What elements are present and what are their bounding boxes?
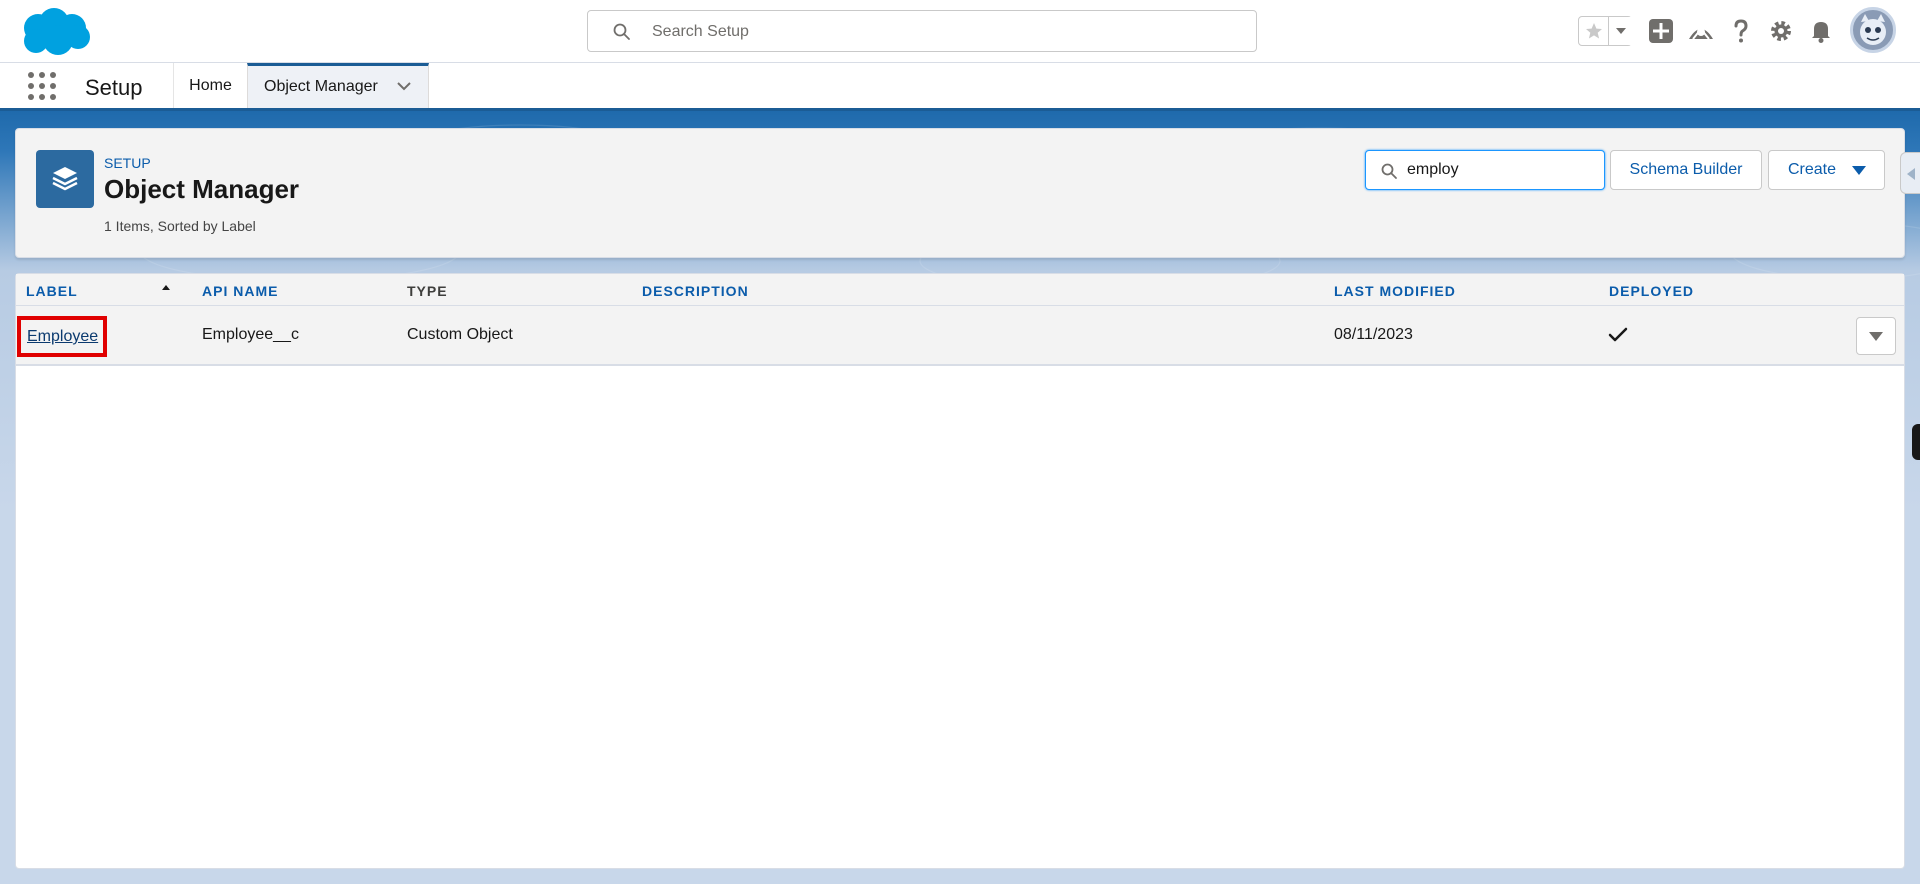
cell-type: Custom Object	[407, 326, 513, 343]
create-button-label: Create	[1788, 161, 1837, 178]
layers-icon	[52, 167, 78, 191]
column-header-type[interactable]: TYPE	[407, 283, 448, 299]
star-icon	[1586, 23, 1602, 39]
tab-object-manager-label: Object Manager	[264, 78, 378, 95]
checkmark-icon	[1608, 327, 1628, 342]
list-meta-info: 1 Items, Sorted by Label	[104, 218, 256, 234]
cell-last-modified: 08/11/2023	[1334, 326, 1413, 343]
global-search[interactable]: Search Setup	[587, 10, 1257, 52]
context-bar: Setup Home Object Manager	[0, 63, 1920, 111]
column-header-description[interactable]: DESCRIPTION	[642, 283, 749, 299]
favorites-dropdown-button[interactable]	[1610, 17, 1632, 45]
chevron-down-icon[interactable]	[396, 80, 412, 92]
column-header-last-modified[interactable]: LAST MODIFIED	[1334, 283, 1456, 299]
salesforce-cloud-logo[interactable]	[18, 6, 92, 58]
app-name: Setup	[85, 75, 143, 100]
table-row: Employee Employee__c Custom Object 08/11…	[16, 306, 1904, 366]
tab-object-manager[interactable]: Object Manager	[247, 63, 429, 108]
quick-find-input[interactable]: employ	[1365, 150, 1605, 190]
column-header-deployed[interactable]: DEPLOYED	[1609, 283, 1694, 299]
caret-down-icon	[1616, 28, 1626, 34]
caret-down-icon	[1852, 166, 1866, 175]
caret-down-icon	[1869, 332, 1883, 341]
add-icon[interactable]	[1647, 17, 1675, 45]
object-list-table: LABEL API NAME TYPE DESCRIPTION LAST MOD…	[15, 273, 1905, 869]
column-header-api-name[interactable]: API NAME	[202, 283, 278, 299]
object-link-employee[interactable]: Employee	[27, 328, 98, 346]
bell-icon[interactable]	[1807, 17, 1835, 45]
scroll-handle[interactable]	[1912, 424, 1920, 460]
sort-ascending-icon	[162, 285, 170, 290]
schema-builder-button[interactable]: Schema Builder	[1610, 150, 1762, 190]
object-manager-icon	[36, 150, 94, 208]
quick-find-value: employ	[1407, 161, 1459, 178]
search-icon	[1381, 163, 1397, 179]
global-header: Search Setup	[0, 0, 1920, 63]
chevron-left-icon	[1907, 168, 1915, 180]
table-header: LABEL API NAME TYPE DESCRIPTION LAST MOD…	[16, 274, 1904, 306]
page-title: Object Manager	[104, 174, 300, 204]
breadcrumb-setup[interactable]: SETUP	[104, 155, 151, 171]
app-launcher-icon[interactable]	[28, 72, 58, 102]
highlighted-label-cell: Employee	[17, 316, 107, 357]
gear-icon[interactable]	[1767, 17, 1795, 45]
create-button[interactable]: Create	[1768, 150, 1885, 190]
column-header-label[interactable]: LABEL	[26, 283, 78, 299]
search-placeholder: Search Setup	[652, 23, 749, 40]
tab-home[interactable]: Home	[173, 63, 247, 108]
search-icon	[613, 23, 630, 40]
trailhead-icon[interactable]	[1687, 17, 1715, 45]
help-icon[interactable]	[1727, 17, 1755, 45]
cell-api-name: Employee__c	[202, 326, 299, 343]
avatar-icon	[1860, 14, 1886, 45]
user-avatar[interactable]	[1850, 7, 1896, 53]
favorites-button[interactable]	[1579, 17, 1609, 45]
page-header-card: SETUP Object Manager 1 Items, Sorted by …	[15, 128, 1905, 258]
side-panel-toggle[interactable]	[1900, 152, 1920, 194]
favorites-control	[1578, 16, 1632, 46]
row-actions-button[interactable]	[1856, 317, 1896, 355]
